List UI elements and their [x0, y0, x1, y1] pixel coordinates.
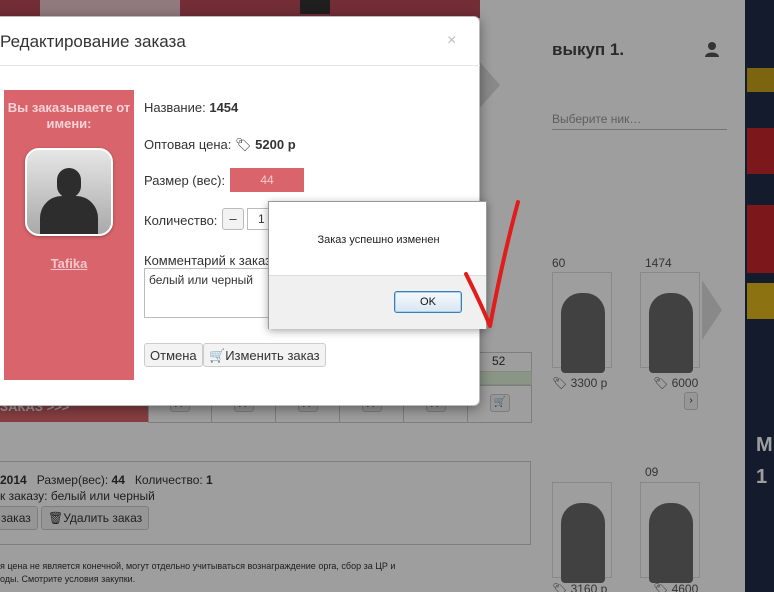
name-field: Название: 1454 [144, 100, 239, 115]
alert-footer: OK [269, 275, 486, 329]
comment-textarea[interactable]: белый или черный [144, 268, 274, 318]
modal-divider [0, 65, 480, 66]
alert-message: Заказ успешно изменен [317, 234, 440, 246]
price-field: Оптовая цена: 🏷 5200 р [144, 137, 296, 152]
quantity-decrease-button[interactable]: – [222, 208, 244, 230]
quantity-label: Количество: [144, 213, 218, 228]
size-label: Размер (вес): [144, 173, 226, 188]
username-link[interactable]: Tafika [4, 256, 134, 271]
size-select[interactable]: 44 [230, 168, 304, 192]
avatar [25, 148, 113, 236]
comment-label: Комментарий к заказу: [144, 253, 281, 268]
modal-title: Редактирование заказа [0, 32, 186, 51]
cart-icon: 🛒 [209, 348, 226, 363]
cancel-button[interactable]: Отмена [144, 343, 203, 367]
success-alert-dialog: Заказ успешно изменен OK [268, 201, 487, 329]
checkmark-annotation-icon [464, 200, 520, 328]
close-icon[interactable]: × [447, 32, 456, 50]
ordering-as-label: Вы заказываете от имени: [7, 100, 131, 131]
save-order-button[interactable]: 🛒Изменить заказ [203, 343, 326, 367]
ok-button[interactable]: OK [394, 291, 462, 313]
tag-icon: 🏷 [235, 137, 252, 152]
